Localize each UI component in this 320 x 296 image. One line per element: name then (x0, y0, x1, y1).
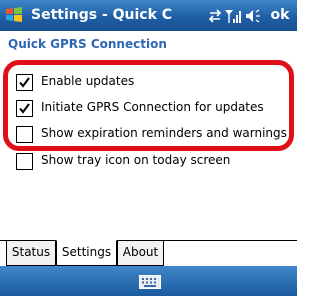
signal-icon[interactable] (225, 10, 241, 23)
tab-bar: Status Settings About (0, 240, 297, 267)
title-bar: Settings - Quick C ok (0, 0, 297, 31)
ok-button[interactable]: ok (267, 6, 293, 25)
tab-status[interactable]: Status (6, 240, 56, 266)
tab-settings[interactable]: Settings (56, 240, 117, 266)
tab-about[interactable]: About (117, 240, 164, 266)
checkbox[interactable] (16, 153, 33, 170)
keyboard-icon[interactable] (139, 275, 161, 289)
section-heading: Quick GPRS Connection (8, 37, 167, 51)
windows-logo-icon[interactable] (4, 5, 24, 25)
connectivity-icon[interactable] (208, 9, 222, 23)
volume-icon[interactable] (246, 9, 260, 23)
window-title: Settings - Quick C (31, 7, 173, 23)
highlight-box (3, 60, 294, 151)
option-label: Show tray icon on today screen (41, 153, 231, 167)
